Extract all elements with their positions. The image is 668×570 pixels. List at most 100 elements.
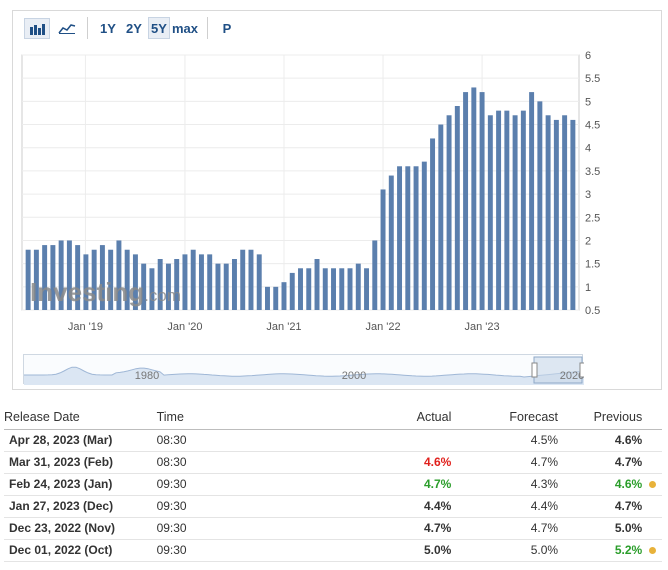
previous-cell: 5.0% [558,517,643,540]
table-row: Apr 28, 2023 (Mar) 08:30 4.5% 4.6% [4,429,662,452]
data-bar [463,92,469,310]
y-tick-label: 6 [585,50,591,62]
chart-navigator[interactable]: 1980 2000 2020 [23,354,586,385]
data-bar [339,268,345,310]
forecast-cell: 4.7% [451,451,559,474]
data-bar [487,115,493,310]
release-date-cell: Jan 27, 2023 (Dec) [4,495,157,518]
data-bar [314,259,320,310]
chart-widget: 1Y 2Y 5Y max P 6 5.5 5 4.5 4 3.5 3 2.5 2 1.5 1 0.5 J… [12,10,662,390]
previous-cell: 4.6% [558,429,643,452]
data-bar [331,268,336,310]
time-cell: 08:30 [156,451,353,474]
y-tick-label: 0.5 [585,305,600,317]
time-cell: 09:30 [156,473,353,496]
x-tick-label: Jan '22 [365,321,400,333]
history-table-area: Release Date Time Actual Forecast Previo… [0,405,668,562]
y-tick-label: 5.5 [585,73,600,85]
forecast-cell: 5.0% [451,539,559,562]
previous-cell: 4.7% [558,495,643,518]
data-bar [529,92,535,310]
actual-cell: 5.0% [352,539,452,562]
actual-cell: 4.6% [352,451,452,474]
data-bar [347,268,353,310]
y-tick-label: 3 [585,189,591,201]
y-tick-label: 2.5 [585,212,600,224]
data-bar [198,254,204,310]
data-bar [190,249,196,310]
bar-chart: 6 5.5 5 4.5 4 3.5 3 2.5 2 1.5 1 0.5 Jan '19 Jan '20 Ja… [21,50,600,333]
table-row: Dec 23, 2022 (Nov) 09:30 4.7% 4.7% 5.0% [4,517,662,540]
data-bar [430,138,436,310]
data-bar [512,115,518,310]
release-date-cell: Dec 01, 2022 (Oct) [4,539,157,562]
header-time[interactable]: Time [156,405,353,430]
data-bar [223,263,229,310]
forecast-cell: 4.4% [451,495,559,518]
data-bar [504,110,510,311]
x-tick-label: Jan '19 [68,321,103,333]
data-bar [388,175,394,310]
previous-cell: 4.6% [558,473,643,496]
actual-cell: 4.7% [352,473,452,496]
data-bar [281,282,287,310]
data-bar [182,254,188,310]
x-tick-label: Jan '20 [167,321,202,333]
navigator-area [24,367,584,385]
data-bar [545,115,551,310]
actual-cell: 4.7% [352,517,452,540]
data-bar [421,161,427,310]
y-tick-label: 1.5 [585,259,600,271]
revision-dot-cell [642,429,662,452]
revision-dot-cell [642,495,662,518]
revision-dot-icon[interactable] [648,547,656,554]
actual-cell [352,429,452,452]
x-tick-label: Jan '21 [266,321,301,333]
data-bar [438,124,444,310]
data-bar [256,254,262,310]
header-previous[interactable]: Previous [558,405,643,430]
data-bar [471,87,477,310]
revision-dot-icon[interactable] [648,481,656,488]
y-tick-label: 5 [585,96,591,108]
navigator-label: 2000 [342,370,366,382]
data-bar [298,268,303,310]
y-tick-label: 4.5 [585,120,600,132]
release-date-cell: Apr 28, 2023 (Mar) [4,429,157,452]
table-row: Feb 24, 2023 (Jan) 09:30 4.7% 4.3% 4.6% [4,473,662,496]
data-bar [562,115,568,310]
data-bar [322,268,328,310]
data-bar [364,268,370,310]
revision-dot-cell [642,517,662,540]
navigator-handle [531,362,538,378]
forecast-cell: 4.3% [451,473,559,496]
header-actual[interactable]: Actual [352,405,452,430]
data-bar [355,263,361,310]
data-bar [454,106,460,310]
data-bar [380,189,386,310]
navigator-handle [579,362,586,378]
data-bar [405,166,411,310]
watermark-suffix: .com [144,286,181,305]
forecast-cell: 4.5% [451,429,559,452]
data-bar [273,286,279,310]
data-bar [207,254,213,310]
data-bar [265,286,270,310]
header-release-date[interactable]: Release Date [4,405,157,430]
release-date-cell: Feb 24, 2023 (Jan) [4,473,157,496]
data-bar [496,110,502,311]
data-bar [231,259,237,310]
y-tick-label: 1 [585,282,591,294]
table-row: Jan 27, 2023 (Dec) 09:30 4.4% 4.4% 4.7% [4,495,662,518]
table-row: Dec 01, 2022 (Oct) 09:30 5.0% 5.0% 5.2% [4,539,662,562]
forecast-cell: 4.7% [451,517,559,540]
previous-cell: 5.2% [558,539,643,562]
release-date-cell: Dec 23, 2022 (Nov) [4,517,157,540]
header-dot [642,405,662,430]
data-bar [520,110,526,311]
data-bar [215,263,221,310]
header-forecast[interactable]: Forecast [451,405,559,430]
navigator-label: 1980 [135,370,159,382]
data-bar [397,166,403,310]
data-bar [413,166,419,310]
